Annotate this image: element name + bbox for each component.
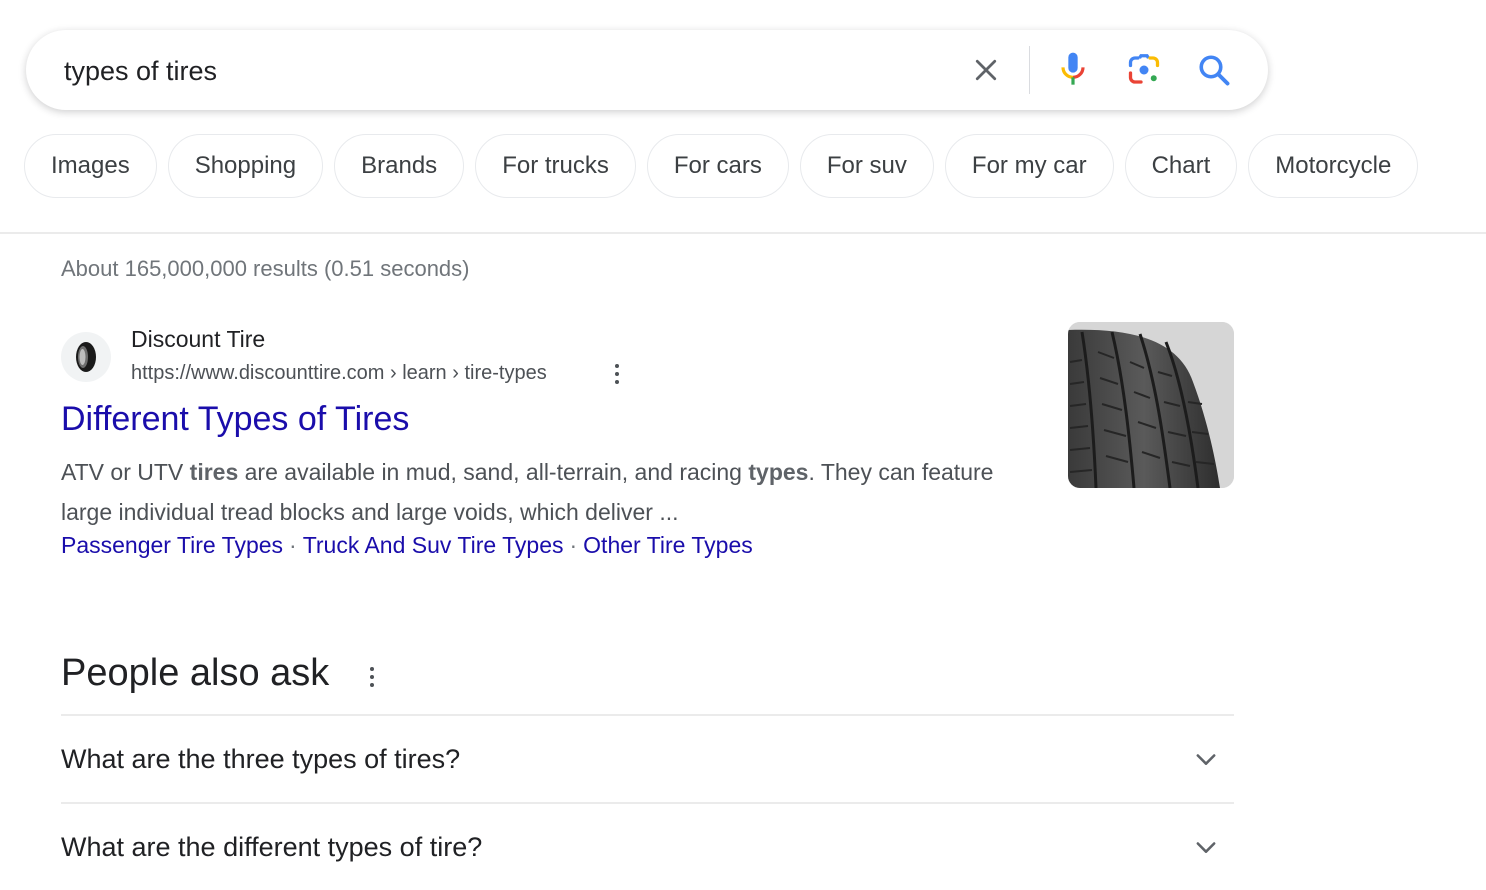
tire-icon — [76, 342, 96, 372]
sitelink-separator: · — [569, 532, 578, 558]
dot — [615, 372, 619, 376]
people-also-ask-title: People also ask — [61, 652, 330, 694]
result-snippet: ATV or UTV tires are available in mud, s… — [61, 452, 1001, 532]
snippet-highlight: types — [748, 459, 809, 485]
paa-question[interactable]: What are the different types of tire? — [61, 804, 1234, 890]
header-divider — [0, 232, 1486, 234]
search-divider — [1029, 46, 1030, 94]
sitelinks: Passenger Tire Types · Truck And Suv Tire … — [61, 532, 753, 559]
dot — [615, 380, 619, 384]
chip-for-my-car[interactable]: For my car — [944, 134, 1114, 198]
site-url[interactable]: https://www.discounttire.com › learn › t… — [131, 362, 547, 385]
snippet-text: ATV or UTV — [61, 459, 190, 485]
people-also-ask-more-button[interactable] — [364, 662, 380, 692]
paa-question-text: What are the three types of tires? — [61, 743, 461, 774]
sitelink-passenger-tire-types[interactable]: Passenger Tire Types — [61, 532, 283, 558]
dot — [370, 683, 374, 687]
site-name[interactable]: Discount Tire — [131, 326, 265, 353]
refinement-chips: Images Shopping Brands For trucks For ca… — [24, 134, 1419, 198]
sitelink-separator: · — [289, 532, 297, 558]
dot — [615, 364, 619, 368]
chip-chart[interactable]: Chart — [1124, 134, 1238, 198]
clear-search-button[interactable] — [966, 50, 1006, 90]
result-more-options-button[interactable] — [607, 360, 627, 388]
dot — [370, 667, 374, 671]
chip-for-suv[interactable]: For suv — [799, 134, 934, 198]
chip-brands[interactable]: Brands — [334, 134, 465, 198]
sitelink-truck-and-suv-tire-types[interactable]: Truck And Suv Tire Types — [303, 532, 564, 558]
tire-tread-image — [1068, 322, 1234, 488]
sitelink-other-tire-types[interactable]: Other Tire Types — [583, 532, 753, 558]
voice-search-button[interactable] — [1053, 50, 1093, 90]
lens-search-button[interactable] — [1124, 50, 1164, 90]
result-stats: About 165,000,000 results (0.51 seconds) — [61, 256, 470, 281]
dot — [370, 675, 374, 679]
site-favicon[interactable] — [61, 332, 111, 382]
chip-for-trucks[interactable]: For trucks — [475, 134, 636, 198]
chip-motorcycle[interactable]: Motorcycle — [1248, 134, 1419, 198]
chip-for-cars[interactable]: For cars — [646, 134, 789, 198]
snippet-highlight: tires — [189, 459, 239, 485]
snippet-text: are available in mud, sand, all-terrain,… — [238, 459, 749, 485]
paa-question-text: What are the different types of tire? — [61, 831, 483, 862]
microphone-icon — [1061, 52, 1085, 85]
result-title-link[interactable]: Different Types of Tires — [61, 400, 409, 439]
result-thumbnail[interactable] — [1068, 322, 1234, 488]
search-icon — [1199, 55, 1230, 86]
chip-shopping[interactable]: Shopping — [167, 134, 324, 198]
search-bar — [26, 30, 1268, 112]
chip-images[interactable]: Images — [24, 134, 157, 198]
paa-question[interactable]: What are the three types of tires? — [61, 716, 1234, 802]
search-input[interactable] — [62, 30, 946, 112]
chevron-down-icon — [1196, 754, 1216, 765]
camera-lens-icon — [1128, 54, 1160, 84]
chevron-down-icon — [1196, 842, 1216, 853]
search-submit-button[interactable] — [1194, 50, 1234, 90]
close-icon — [975, 59, 997, 81]
